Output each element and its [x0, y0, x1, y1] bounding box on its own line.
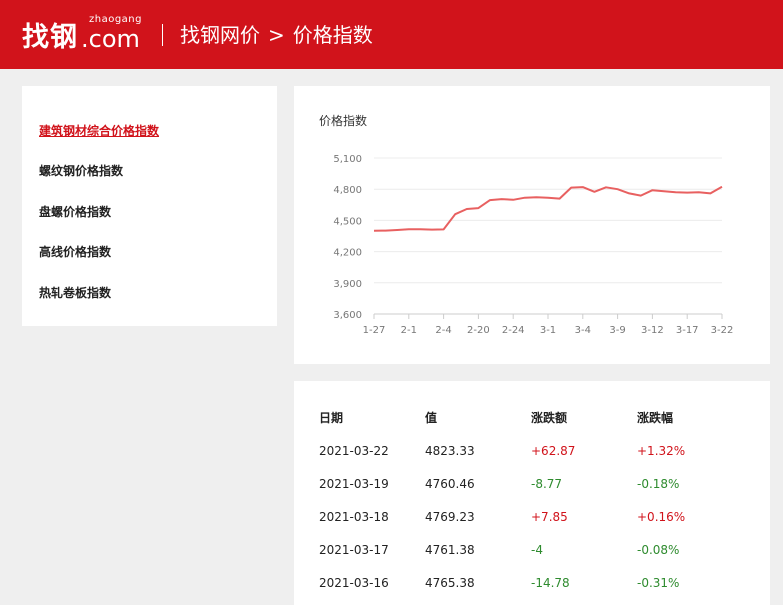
x-tick-label: 2-1 — [401, 325, 417, 336]
row-value: 4769.23 — [425, 510, 475, 524]
row-change-pct: -0.08% — [637, 543, 680, 557]
table-header-change: 涨跌额 — [531, 411, 568, 425]
breadcrumb: 找钢网价 > 价格指数 — [180, 21, 373, 49]
sidebar-item-hot-rolled-coil-index[interactable]: 热轧卷板指数 — [39, 285, 111, 301]
breadcrumb-current: 价格指数 — [292, 23, 373, 47]
table-row: 2021-03-22 4823.33 +62.87 +1.32% — [294, 443, 770, 476]
row-change: +62.87 — [531, 444, 576, 458]
row-date: 2021-03-18 — [319, 510, 389, 524]
price-index-chart-panel: 价格指数 5,100 4,800 4,500 4,200 3,900 3,600 1-27 2… — [294, 86, 770, 364]
breadcrumb-home-link[interactable]: 找钢网价 — [180, 21, 260, 49]
table-header-value: 值 — [425, 411, 438, 425]
x-tick-label: 3-17 — [676, 325, 699, 336]
table-header-change-pct: 涨跌幅 — [637, 411, 674, 425]
row-value: 4765.38 — [425, 576, 475, 590]
x-tick-label: 1-27 — [363, 325, 386, 336]
sidebar-item-building-steel-index[interactable]: 建筑钢材综合价格指数 — [39, 123, 159, 139]
row-change-pct: -0.18% — [637, 477, 680, 491]
row-value: 4823.33 — [425, 444, 475, 458]
row-value: 4760.46 — [425, 477, 475, 491]
table-header-date: 日期 — [319, 411, 344, 425]
row-date: 2021-03-22 — [319, 444, 389, 458]
logo-com-text: .com — [81, 25, 140, 53]
logo-chinese-text: 找钢 — [22, 22, 78, 53]
header-divider — [162, 24, 163, 46]
row-change: -4 — [531, 543, 543, 557]
y-tick-label: 4,200 — [333, 248, 362, 259]
breadcrumb-separator: > — [268, 23, 285, 47]
y-tick-label: 3,600 — [333, 310, 362, 321]
row-date: 2021-03-17 — [319, 543, 389, 557]
logo-pinyin-text: zhaogang — [89, 14, 142, 25]
y-tick-label: 5,100 — [333, 154, 362, 165]
logo-domain-text: zhaogang .com — [81, 14, 142, 54]
x-tick-label: 2-24 — [502, 325, 525, 336]
price-index-series-line — [373, 185, 723, 232]
row-change: +7.85 — [531, 510, 568, 524]
y-tick-label: 4,800 — [333, 185, 362, 196]
x-tick-label: 3-1 — [540, 325, 556, 336]
row-date: 2021-03-19 — [319, 477, 389, 491]
table-row: 2021-03-19 4760.46 -8.77 -0.18% — [294, 476, 770, 509]
x-tick-label: 3-9 — [609, 325, 625, 336]
price-index-line-chart: 5,100 4,800 4,500 4,200 3,900 3,6001-27 2-1 2-4… — [333, 154, 734, 336]
row-change: -8.77 — [531, 477, 563, 491]
row-change-pct: +1.32% — [637, 444, 686, 458]
row-change-pct: -0.31% — [637, 576, 680, 590]
top-header: 找钢 zhaogang .com 找钢网价 > 价格指数 — [0, 0, 783, 69]
table-row: 2021-03-18 4769.23 +7.85 +0.16% — [294, 509, 770, 542]
row-change-pct: +0.16% — [637, 510, 686, 524]
row-change: -14.78 — [531, 576, 570, 590]
y-tick-label: 3,900 — [333, 279, 362, 290]
index-sidebar: 建筑钢材综合价格指数 螺纹钢价格指数 盘螺价格指数 高线价格指数 热轧卷板指数 — [22, 86, 277, 326]
table-row: 2021-03-16 4765.38 -14.78 -0.31% — [294, 575, 770, 605]
x-tick-label: 3-22 — [711, 325, 734, 336]
table-row: 2021-03-17 4761.38 -4 -0.08% — [294, 542, 770, 575]
x-tick-label: 3-12 — [641, 325, 664, 336]
sidebar-item-wire-rod-index[interactable]: 高线价格指数 — [39, 244, 111, 260]
row-value: 4761.38 — [425, 543, 475, 557]
x-tick-label: 2-4 — [435, 325, 451, 336]
x-tick-label: 3-4 — [575, 325, 591, 336]
sidebar-item-coil-rebar-index[interactable]: 盘螺价格指数 — [39, 204, 111, 220]
sidebar-item-rebar-index[interactable]: 螺纹钢价格指数 — [39, 163, 123, 179]
zhaogang-logo[interactable]: 找钢 zhaogang .com — [22, 14, 142, 54]
y-tick-label: 4,500 — [333, 216, 362, 227]
x-tick-label: 2-20 — [467, 325, 490, 336]
price-index-table: 日期 值 涨跌额 涨跌幅 2021-03-22 4823.33 +62.87 +… — [294, 381, 770, 605]
row-date: 2021-03-16 — [319, 576, 389, 590]
